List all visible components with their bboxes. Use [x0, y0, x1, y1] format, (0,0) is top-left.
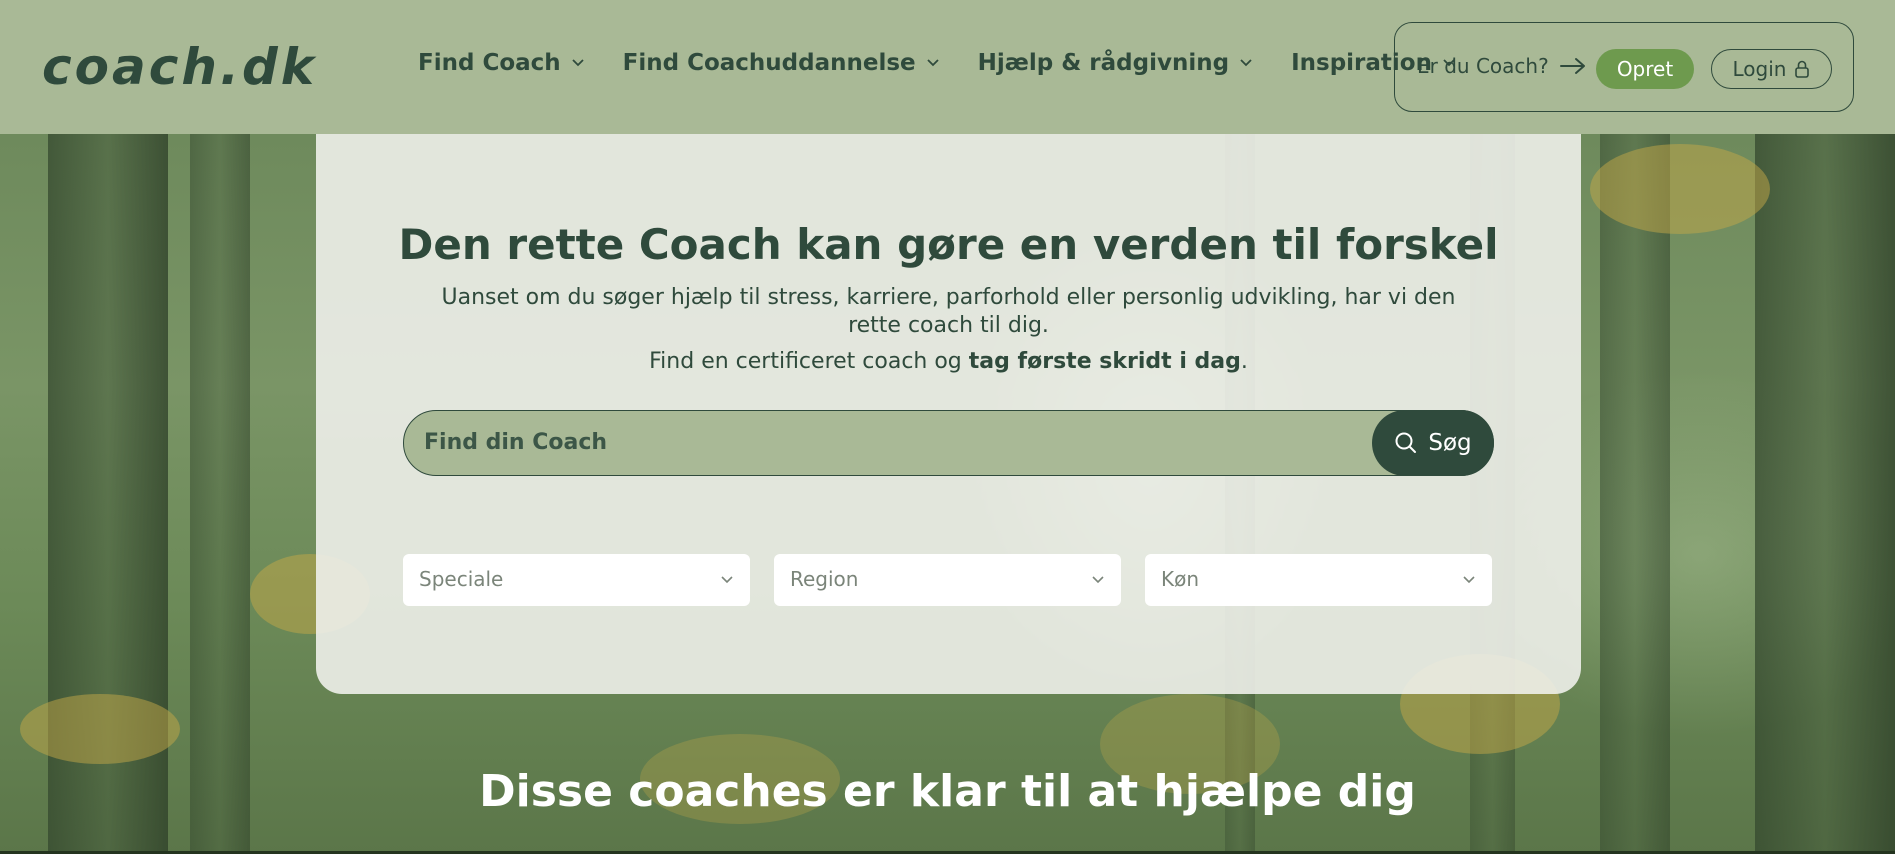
chevron-down-icon	[1240, 59, 1252, 67]
nav-find-coach[interactable]: Find Coach	[418, 50, 585, 76]
search-card: Den rette Coach kan gøre en verden til f…	[316, 134, 1581, 694]
account-box: Er du Coach? Opret Login	[1394, 22, 1854, 112]
nav-label: Find Coach	[418, 50, 561, 76]
login-label: Login	[1732, 57, 1787, 81]
search-button-label: Søg	[1428, 430, 1472, 456]
select-label: Region	[790, 567, 859, 591]
nav-label: Find Coachuddannelse	[622, 50, 916, 76]
lock-icon	[1795, 60, 1810, 78]
coaches-section-title: Disse coaches er klar til at hjælpe dig	[479, 766, 1416, 817]
nav-hjaelp-raadgivning[interactable]: Hjælp & rådgivning	[978, 50, 1253, 76]
search-icon	[1395, 432, 1417, 453]
nav-find-coachuddannelse[interactable]: Find Coachuddannelse	[623, 50, 940, 76]
coach-question: Er du Coach?	[1417, 54, 1549, 78]
login-button[interactable]: Login	[1711, 49, 1832, 89]
cta-prefix: Find en certificeret coach og	[649, 349, 969, 374]
chevron-down-icon	[721, 576, 733, 584]
site-header: coach.dk Find Coach Find Coachuddannelse…	[0, 0, 1895, 134]
koen-select[interactable]: Køn	[1145, 554, 1492, 606]
search-bar: Søg	[403, 410, 1494, 476]
select-label: Speciale	[419, 567, 504, 591]
chevron-down-icon	[1092, 576, 1104, 584]
hero-subtitle: Uanset om du søger hjælp til stress, kar…	[441, 285, 1456, 338]
tree-trunk	[1755, 134, 1895, 854]
chevron-down-icon	[927, 59, 939, 67]
leaf-cluster	[20, 694, 180, 764]
search-input[interactable]	[424, 411, 1344, 474]
cta-suffix: .	[1240, 349, 1248, 374]
select-label: Køn	[1161, 567, 1200, 591]
main-nav: Find Coach Find Coachuddannelse Hjælp & …	[418, 50, 1494, 76]
chevron-down-icon	[572, 59, 584, 67]
tree-trunk	[1600, 134, 1670, 854]
arrow-right-icon	[1559, 58, 1585, 74]
opret-button[interactable]: Opret	[1596, 49, 1694, 89]
hero-title: Den rette Coach kan gøre en verden til f…	[398, 220, 1499, 269]
tree-trunk	[190, 134, 250, 854]
coach-signup-link[interactable]: Er du Coach?	[1417, 54, 1587, 78]
logo[interactable]: coach.dk	[42, 38, 317, 96]
speciale-select[interactable]: Speciale	[403, 554, 750, 606]
cta-bold: tag første skridt i dag	[968, 349, 1241, 374]
chevron-down-icon	[1463, 576, 1475, 584]
search-button[interactable]: Søg	[1372, 410, 1494, 476]
leaf-cluster	[1590, 144, 1770, 234]
nav-label: Hjælp & rådgivning	[977, 50, 1230, 76]
region-select[interactable]: Region	[774, 554, 1121, 606]
hero-cta-text: Find en certificeret coach og tag første…	[316, 349, 1581, 374]
